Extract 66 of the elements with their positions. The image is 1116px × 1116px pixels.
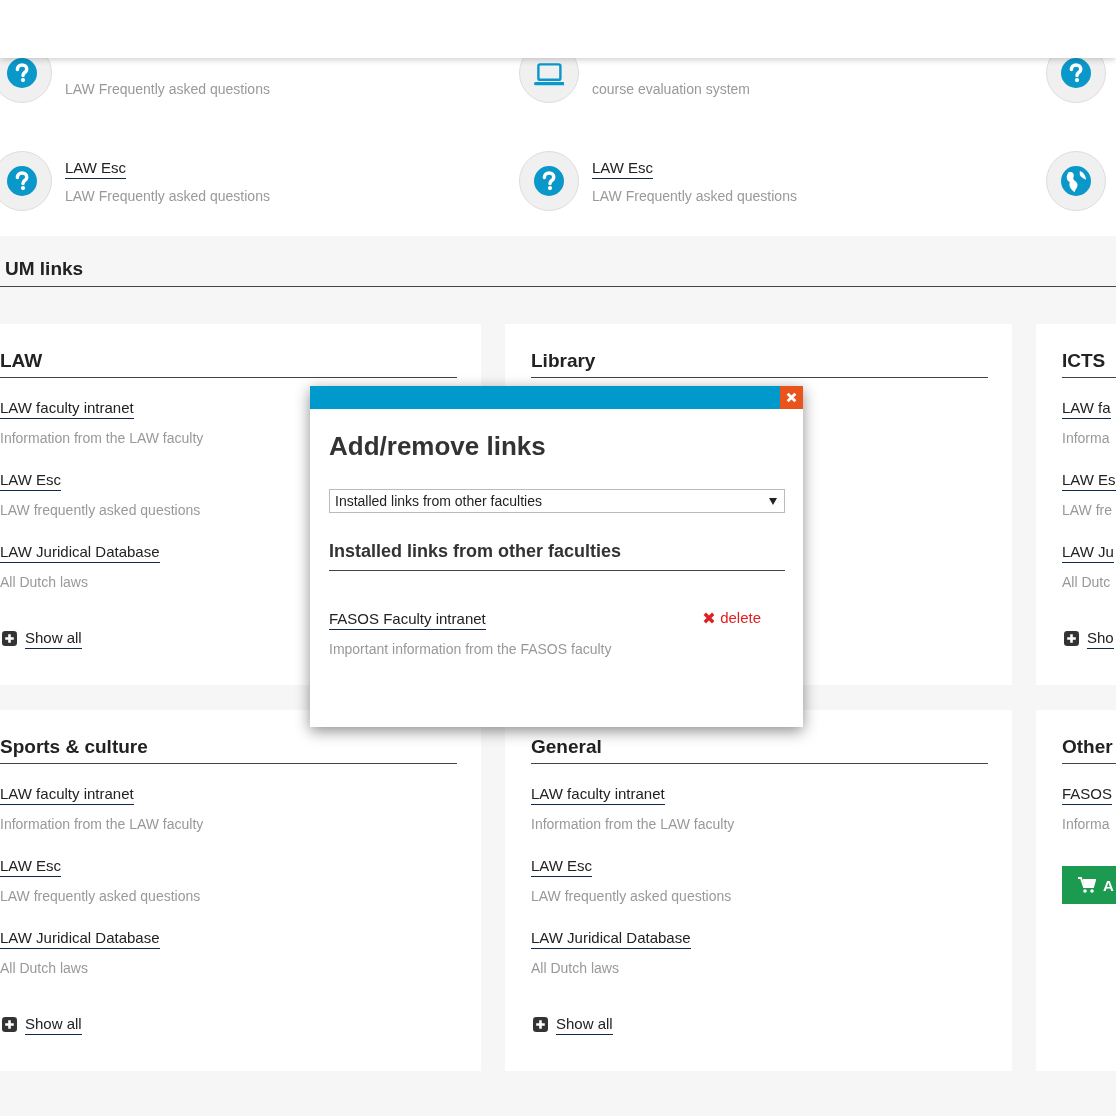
globe-icon bbox=[1061, 166, 1091, 196]
caret-icon bbox=[769, 497, 777, 505]
link[interactable]: FASOS Faculty intranet bbox=[329, 609, 486, 630]
description: LAW Frequently asked questions bbox=[65, 186, 270, 205]
section-title: UM links bbox=[5, 258, 84, 279]
description: Informa bbox=[1062, 429, 1110, 447]
description: All Dutc bbox=[1062, 573, 1111, 591]
description: Information from the LAW faculty bbox=[0, 815, 204, 833]
link[interactable]: LAW Juridical Database bbox=[0, 542, 160, 563]
description: Important information from the FASOS faculty bbox=[329, 640, 612, 658]
card-title: ICTS bbox=[1062, 350, 1116, 378]
description: Informa bbox=[1062, 815, 1110, 833]
link[interactable]: LAW Ju bbox=[1062, 542, 1114, 563]
add-button[interactable]: A bbox=[1062, 866, 1116, 904]
dropdown[interactable]: Installed links from other faculties bbox=[329, 489, 785, 513]
link[interactable]: LAW Esc bbox=[0, 470, 62, 491]
show-all-link[interactable]: Sho bbox=[1087, 628, 1114, 649]
delete-link[interactable]: delete bbox=[703, 609, 761, 626]
close-icon bbox=[786, 392, 797, 403]
cross-icon bbox=[703, 611, 716, 624]
question-icon bbox=[7, 58, 37, 88]
description: LAW Frequently asked questions bbox=[592, 186, 797, 205]
question-icon bbox=[1061, 58, 1091, 88]
cart-icon bbox=[1078, 877, 1096, 893]
link[interactable]: LAW Esc bbox=[65, 157, 127, 179]
plus-icon bbox=[533, 1017, 548, 1032]
link[interactable]: LAW faculty intranet bbox=[0, 398, 134, 419]
show-all-link[interactable]: Show all bbox=[556, 1014, 613, 1035]
section-heading: Installed links from other faculties bbox=[329, 541, 785, 571]
icon-button[interactable] bbox=[1046, 58, 1106, 103]
description: LAW frequently asked questions bbox=[531, 887, 732, 905]
question-icon bbox=[7, 166, 37, 196]
description: course evaluation system bbox=[592, 80, 750, 98]
link[interactable]: LAW Esc bbox=[592, 157, 654, 179]
link[interactable]: FASOS bbox=[1062, 784, 1113, 805]
description: LAW frequently asked questions bbox=[0, 501, 201, 519]
link[interactable]: LAW Juridical Database bbox=[531, 928, 691, 949]
description: All Dutch laws bbox=[0, 959, 88, 977]
description: LAW Frequently asked questions bbox=[65, 80, 270, 98]
description: All Dutch laws bbox=[531, 959, 619, 977]
link[interactable]: LAW Esc bbox=[0, 856, 62, 877]
description: LAW frequently asked questions bbox=[0, 887, 201, 905]
link[interactable]: LAW fa bbox=[1062, 398, 1111, 419]
card-title: General bbox=[531, 736, 988, 764]
description: All Dutch laws bbox=[0, 573, 88, 591]
card-title: Library bbox=[531, 350, 988, 378]
question-icon bbox=[534, 166, 564, 196]
show-all-link[interactable]: Show all bbox=[25, 628, 82, 649]
laptop-icon bbox=[533, 60, 565, 86]
card-title: Sports & culture bbox=[0, 736, 457, 764]
icon-button[interactable] bbox=[0, 151, 52, 211]
plus-icon bbox=[1064, 631, 1079, 646]
description: LAW fre bbox=[1062, 501, 1113, 519]
close-button[interactable] bbox=[780, 386, 803, 409]
link[interactable]: LAW faculty intranet bbox=[531, 784, 665, 805]
card-title: Other bbox=[1062, 736, 1116, 764]
link[interactable]: LAW Esc bbox=[531, 856, 593, 877]
link[interactable]: LAW Juridical Database bbox=[0, 928, 160, 949]
show-all-link[interactable]: Show all bbox=[25, 1014, 82, 1035]
dialog-title: Add/remove links bbox=[329, 431, 547, 462]
link[interactable]: LAW Es bbox=[1062, 470, 1116, 491]
description: Information from the LAW faculty bbox=[531, 815, 735, 833]
icon-button[interactable] bbox=[519, 58, 579, 103]
description: Information from the LAW faculty bbox=[0, 429, 204, 447]
link[interactable]: LAW faculty intranet bbox=[0, 784, 134, 805]
card-title: LAW bbox=[0, 350, 457, 378]
